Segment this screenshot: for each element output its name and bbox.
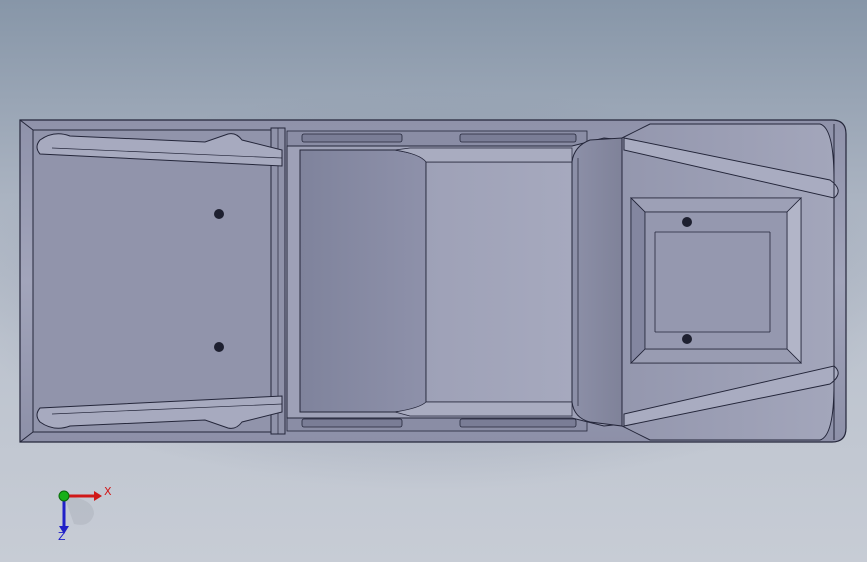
cargo-bed [19,119,286,443]
side-slot [459,418,577,428]
graphics-viewport[interactable]: X Z [0,0,867,562]
z-axis-label: Z [58,530,66,543]
side-slot [459,133,577,143]
y-axis-icon [58,490,70,502]
triad-shadow [64,496,94,525]
x-axis-label: X [104,485,112,498]
cabin [286,137,623,427]
bed-floor [32,129,272,433]
truck-body-model[interactable] [0,0,867,562]
dashboard [571,137,623,427]
mount-hole [214,342,224,352]
side-slot [301,133,403,143]
mount-hole [214,209,224,219]
mount-hole [682,217,692,227]
side-slot [301,418,403,428]
mount-hole [682,334,692,344]
triad-graphic [58,490,102,534]
hood [621,123,839,441]
engine-floor [644,211,788,350]
rear-seat [299,149,427,413]
axis-triad: X Z [44,484,124,548]
front-seat [425,161,573,403]
